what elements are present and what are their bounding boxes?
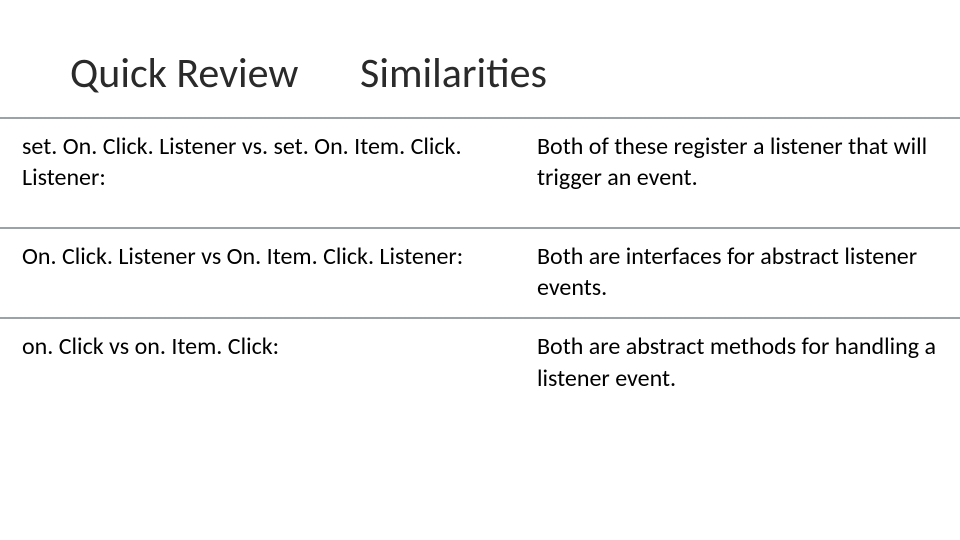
comparison-description: Both are interfaces for abstract listene… <box>527 241 938 303</box>
title-row: Quick Review Similarities <box>0 0 960 117</box>
comparison-label: set. On. Click. Listener vs. set. On. It… <box>22 131 527 193</box>
title-main: Quick Review <box>70 48 298 99</box>
comparison-description: Both are abstract methods for handling a… <box>527 331 938 393</box>
slide: Quick Review Similarities set. On. Click… <box>0 0 960 540</box>
content: set. On. Click. Listener vs. set. On. It… <box>0 119 960 408</box>
comparison-label: On. Click. Listener vs On. Item. Click. … <box>22 241 527 272</box>
similarity-row: set. On. Click. Listener vs. set. On. It… <box>0 119 960 227</box>
comparison-label: on. Click vs on. Item. Click: <box>22 331 527 362</box>
comparison-description: Both of these register a listener that w… <box>527 131 938 193</box>
similarity-row: On. Click. Listener vs On. Item. Click. … <box>0 229 960 317</box>
similarity-row: on. Click vs on. Item. Click: Both are a… <box>0 319 960 407</box>
title-sub: Similarities <box>360 48 547 99</box>
